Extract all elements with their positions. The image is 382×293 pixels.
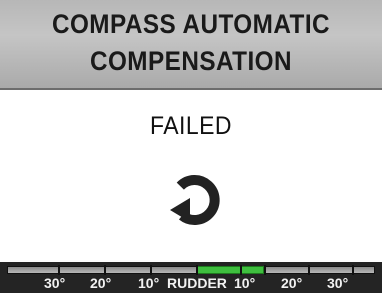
rudder-scale-left-30: 30° [44, 275, 66, 291]
rudder-label: RUDDER [167, 275, 227, 291]
rudder-tick [264, 265, 266, 275]
rudder-position-fill [196, 266, 264, 274]
status-text: FAILED [149, 112, 233, 140]
rudder-scale-right-20: 20° [281, 275, 303, 291]
rudder-gauge-track [7, 266, 375, 274]
rudder-tick [352, 265, 354, 275]
rudder-scale-left-10: 10° [138, 275, 160, 291]
rudder-scale-left-20: 20° [90, 275, 112, 291]
rudder-scale-right-10: 10° [234, 275, 256, 291]
rudder-scale-right-30: 30° [327, 275, 349, 291]
rudder-tick [104, 265, 106, 275]
rudder-tick [308, 265, 310, 275]
rudder-tick [196, 265, 198, 275]
rudder-tick [150, 265, 152, 275]
title-line-2: COMPENSATION [89, 46, 293, 76]
autopilot-screen: COMPASS AUTOMATIC COMPENSATION FAILED 30… [0, 0, 382, 293]
title-line-1: COMPASS AUTOMATIC [51, 9, 331, 39]
rudder-indicator: 30° 20° 10° RUDDER 10° 20° 30° [0, 262, 382, 293]
title-bar: COMPASS AUTOMATIC COMPENSATION [0, 0, 382, 90]
rudder-tick [58, 265, 60, 275]
retry-icon [170, 175, 220, 225]
rudder-tick [240, 265, 242, 275]
